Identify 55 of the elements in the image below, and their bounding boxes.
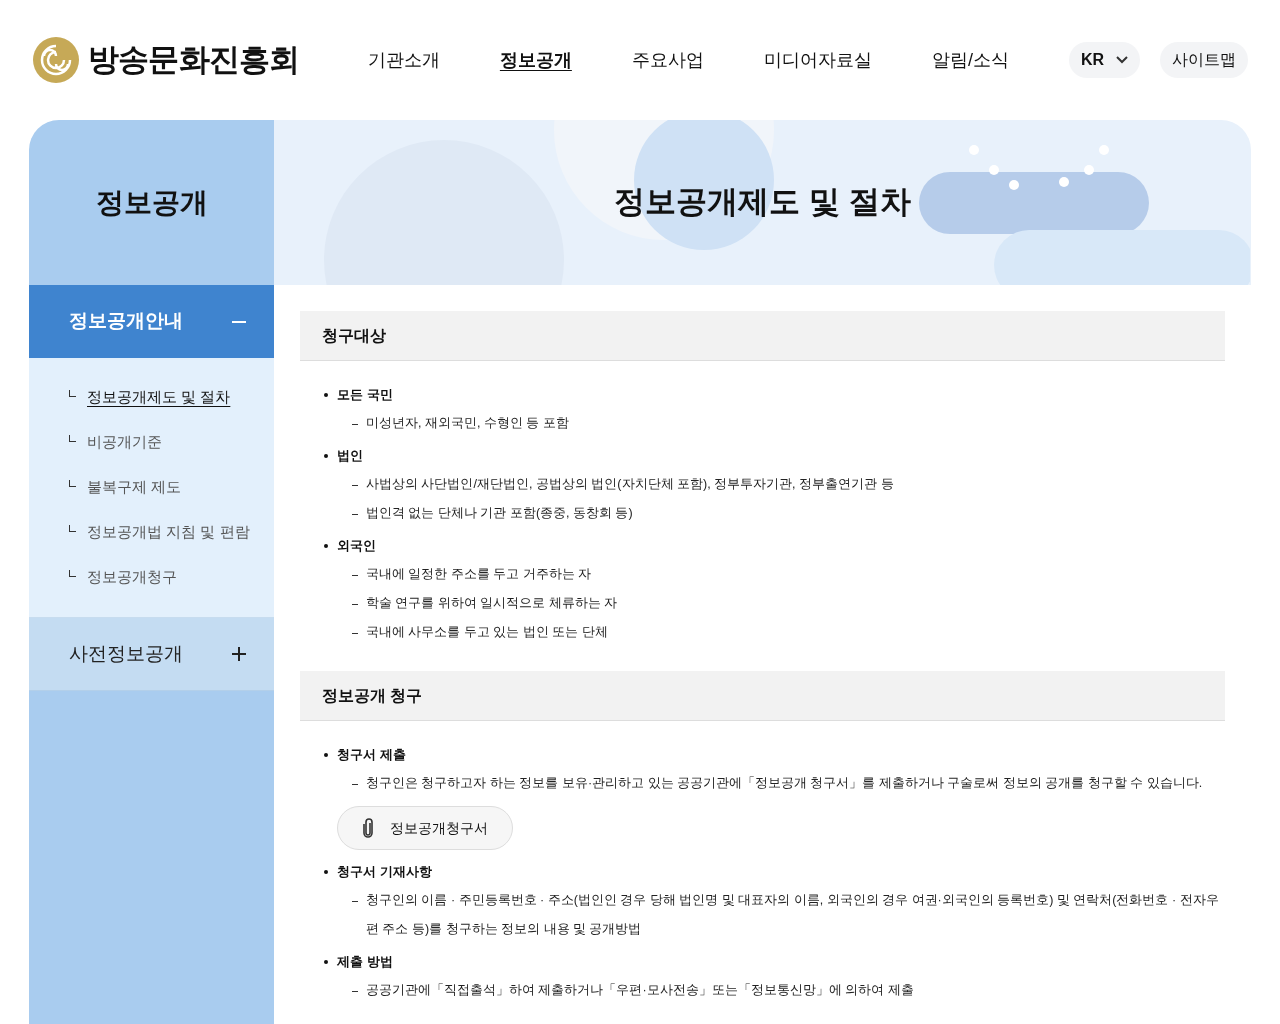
swirl-logo-icon (32, 36, 80, 84)
bullet-icon (324, 454, 328, 458)
dash-icon (352, 901, 358, 902)
sidebar-subitem[interactable]: 정보공개청구 (29, 555, 274, 600)
attachment-button[interactable]: 정보공개청구서 (337, 806, 513, 850)
dash-icon (352, 604, 358, 605)
item-text: 공공기관에「직접출석」하여 제출하거나「우편·모사전송」또는「정보통신망」에 의하여 제출 (366, 982, 914, 999)
site-logo-text[interactable]: 방송문화진흥회 (88, 36, 300, 84)
sidebar-subitem[interactable]: 불복구제 제도 (29, 465, 274, 510)
dash-icon (352, 424, 358, 425)
item-heading: 청구서 기재사항 (337, 863, 432, 882)
dash-icon (352, 514, 358, 515)
sidebar-title: 정보공개 (95, 185, 208, 220)
item-heading: 외국인 (337, 537, 376, 556)
nav-link[interactable]: 정보공개 (499, 46, 572, 74)
nav-link[interactable]: 주요사업 (631, 46, 704, 74)
dash-icon (352, 991, 358, 992)
item-text: 국내에 사무소를 두고 있는 법인 또는 단체 (366, 624, 608, 641)
item-heading: 제출 방법 (337, 953, 393, 972)
dash-icon (352, 575, 358, 576)
section-header: 청구대상 (300, 311, 1225, 361)
nav-link[interactable]: 기관소개 (367, 46, 440, 74)
paperclip-icon (362, 818, 374, 838)
chevron-down-icon (1116, 56, 1128, 64)
dash-icon (352, 633, 358, 634)
nav-link[interactable]: 미디어자료실 (763, 46, 872, 74)
section-header: 정보공개 청구 (300, 671, 1225, 721)
bullet-icon (324, 393, 328, 397)
sitemap-button[interactable]: 사이트맵 (1160, 42, 1248, 78)
item-heading: 모든 국민 (337, 386, 393, 405)
language-select[interactable]: KR (1068, 42, 1140, 78)
item-text: 학술 연구를 위하여 일시적으로 체류하는 자 (366, 595, 618, 612)
dash-icon (352, 485, 358, 486)
sidebar-subitem[interactable]: 정보공개제도 및 절차 (29, 375, 274, 420)
item-heading: 법인 (337, 447, 363, 466)
dash-icon (352, 784, 358, 785)
item-text: 청구인은 청구하고자 하는 정보를 보유·관리하고 있는 공공기관에「정보공개 청구서」를 제출하거나 구술로써 정보의 공개를 청구할 수 있습니다. (366, 775, 1203, 792)
sidebar-subitem[interactable]: 정보공개법 지침 및 편람 (29, 510, 274, 555)
item-text: 사법상의 사단법인/재단법인, 공법상의 법인(자치단체 포함), 정부투자기관, 정부출연기관 등 (366, 476, 894, 493)
sidebar-group[interactable]: 정보공개안내 (29, 285, 274, 358)
bullet-icon (324, 544, 328, 548)
bullet-icon (324, 753, 328, 757)
item-text: 미성년자, 재외국민, 수형인 등 포함 (366, 415, 569, 432)
bullet-icon (324, 870, 328, 874)
nav-link[interactable]: 알림/소식 (931, 46, 1009, 74)
item-text: 청구인의 이름 · 주민등록번호 · 주소(법인인 경우 당해 법인명 및 대표자의 이름, 외국인의 경우 여권·외국인의 등록번호) 및 연락처(전화번호 · 전자우편 주소 등)를 청구하는 정보의 내용 및 공개방법 (366, 892, 1220, 938)
item-text: 법인격 없는 단체나 기관 포함(종중, 동창회 등) (366, 505, 633, 522)
minus-icon (232, 320, 246, 323)
item-text: 국내에 일정한 주소를 두고 거주하는 자 (366, 566, 592, 583)
page-title: 정보공개제도 및 절차 (614, 183, 911, 222)
bullet-icon (324, 960, 328, 964)
plus-icon (232, 647, 246, 661)
sidebar-subitem[interactable]: 비공개기준 (29, 420, 274, 465)
item-heading: 청구서 제출 (337, 746, 406, 765)
sidebar-group[interactable]: 사전정보공개 (29, 618, 274, 691)
